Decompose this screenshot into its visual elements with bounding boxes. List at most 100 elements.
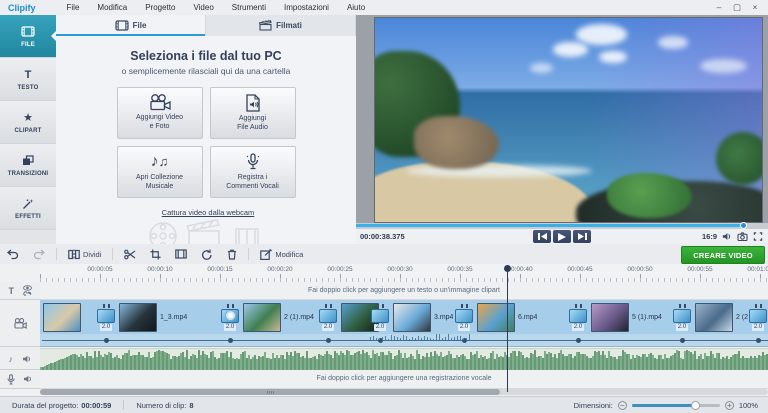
audio-blip <box>382 336 383 340</box>
playhead[interactable] <box>504 265 511 392</box>
volume-keyframe[interactable] <box>679 337 685 343</box>
timeline-clip[interactable]: 1_3.mp4 <box>116 300 220 334</box>
timeline-clip[interactable]: 2 (2).mp4 <box>692 300 748 334</box>
aspect-ratio-label[interactable]: 16:9 <box>702 232 717 241</box>
transition-marker[interactable]: 2.0 <box>748 303 768 331</box>
movie-camera-icon <box>149 94 171 111</box>
music-track-waveform[interactable] <box>40 348 768 371</box>
music-track-icon: ♪ <box>8 353 14 364</box>
fullscreen-icon[interactable] <box>753 232 763 241</box>
text-track[interactable]: Fai doppio click per aggiungere un testo… <box>40 282 768 300</box>
music-volume-icon[interactable] <box>22 355 32 363</box>
ruler-label: 00:00:15 <box>207 266 233 273</box>
track-visibility-icons[interactable] <box>22 285 32 296</box>
sidebar-item-transizioni[interactable]: TRANSIZIONI <box>0 144 56 187</box>
timeline-clip[interactable] <box>40 300 96 334</box>
sidebar-item-effetti[interactable]: EFFETTI <box>0 187 56 230</box>
next-frame-button[interactable] <box>573 230 591 243</box>
video-preview[interactable] <box>374 17 763 223</box>
seek-progress <box>356 224 744 227</box>
open-music-collection-button[interactable]: ♪♫ Apri Collezione Musicale <box>116 146 203 198</box>
zoom-slider[interactable] <box>631 400 720 410</box>
voice-track[interactable]: Fai doppio click per aggiungere una regi… <box>40 370 768 389</box>
clip-name: 2 (2).mp4 <box>736 313 748 321</box>
audio-blip <box>469 334 470 340</box>
film-frame-icon <box>115 20 129 31</box>
webcam-capture-link[interactable]: Cattura video dalla webcam <box>158 208 255 217</box>
audio-blip <box>412 336 413 340</box>
transition-marker[interactable]: 2.0 <box>318 303 338 331</box>
transition-duration: 2.0 <box>457 323 471 331</box>
file-actions-grid: Aggiungi Video e Foto Aggiungi File Audio… <box>116 87 296 198</box>
transition-marker[interactable]: 2.0 <box>672 303 692 331</box>
sidebar: FILE T TESTO ★ CLIPART TRANSIZIONI EFFETTI <box>0 15 57 244</box>
audio-blip <box>460 335 461 340</box>
timeline-clip[interactable]: 5 <box>338 300 379 334</box>
delete-icon[interactable] <box>220 246 244 262</box>
zoom-slider-knob[interactable] <box>691 400 701 410</box>
transition-marker[interactable]: 2.0 <box>370 303 390 331</box>
audio-blip <box>379 337 380 340</box>
menu-item-modifica[interactable]: Modifica <box>88 0 136 15</box>
sidebar-item-label: TRANSIZIONI <box>7 170 49 177</box>
menu-item-strumenti[interactable]: Strumenti <box>223 0 275 15</box>
previous-frame-button[interactable] <box>533 230 551 243</box>
timeline-ruler[interactable]: 00:00:05 00:00:10 00:00:15 00:00:20 00:00:25… <box>40 264 768 283</box>
transition-marker[interactable]: 2.0 <box>568 303 588 331</box>
transition-icon <box>221 308 239 323</box>
volume-icon[interactable] <box>722 232 732 241</box>
timeline-clip[interactable]: 5 (1).mp4 <box>588 300 672 334</box>
voice-volume-icon[interactable] <box>23 375 33 383</box>
seek-knob[interactable] <box>740 222 748 229</box>
menu-item-progetto[interactable]: Progetto <box>136 0 184 15</box>
surf-foam <box>405 164 592 178</box>
video-audio-strip[interactable] <box>40 334 768 347</box>
split-button[interactable]: Dividi <box>61 246 108 262</box>
redo-button[interactable] <box>26 246 52 262</box>
menu-item-impostazioni[interactable]: Impostazioni <box>275 0 338 15</box>
sidebar-item-clipart[interactable]: ★ CLIPART <box>0 101 56 144</box>
snapshot-camera-icon[interactable] <box>737 232 748 241</box>
minimize-icon[interactable]: – <box>712 1 726 14</box>
volume-keyframe[interactable] <box>227 337 233 343</box>
menu-item-file[interactable]: File <box>58 0 89 15</box>
scissors-icon[interactable] <box>117 246 143 262</box>
menu-item-aiuto[interactable]: Aiuto <box>338 0 374 15</box>
maximize-icon[interactable]: ▢ <box>730 1 744 14</box>
zoom-in-icon[interactable]: + <box>724 400 734 410</box>
close-icon[interactable]: × <box>748 1 762 14</box>
menu-item-video[interactable]: Video <box>184 0 222 15</box>
sidebar-item-file[interactable]: FILE <box>0 15 56 58</box>
add-video-photo-button[interactable]: Aggiungi Video e Foto <box>116 87 203 139</box>
tab-filmati[interactable]: Filmati <box>206 15 356 36</box>
timeline-clip[interactable]: 2 (1).mp4 <box>240 300 318 334</box>
video-track[interactable]: 2.01_3.mp42.02 (1).mp42.052.03.mp42.06.m… <box>40 300 768 334</box>
scrollbar-thumb[interactable] <box>40 389 500 395</box>
volume-keyframe[interactable] <box>103 337 109 343</box>
timeline-scrollbar[interactable] <box>40 389 768 395</box>
ruler-label: 00:00:05 <box>87 266 113 273</box>
transition-marker[interactable]: 2.0 <box>454 303 474 331</box>
timeline-clip[interactable]: 6.mp4 <box>474 300 568 334</box>
edit-button[interactable]: Modifica <box>253 246 310 262</box>
volume-keyframe[interactable] <box>755 337 761 343</box>
letterbox-icon[interactable] <box>168 246 194 262</box>
sidebar-item-testo[interactable]: T TESTO <box>0 58 56 101</box>
transition-marker[interactable]: 2.0 <box>220 303 240 331</box>
undo-button[interactable] <box>0 246 26 262</box>
rotate-icon[interactable] <box>194 246 220 262</box>
crop-icon[interactable] <box>143 246 168 262</box>
zoom-out-icon[interactable]: − <box>617 400 627 410</box>
add-audio-file-button[interactable]: Aggiungi File Audio <box>209 87 296 139</box>
record-voice-button[interactable]: Registra i Commenti Vocali <box>209 146 296 198</box>
ruler-label: 00:00:35 <box>447 266 473 273</box>
volume-keyframe[interactable] <box>325 337 331 343</box>
audio-blip <box>439 334 440 340</box>
transition-marker[interactable]: 2.0 <box>96 303 116 331</box>
tab-file[interactable]: File <box>56 15 206 36</box>
timeline-clip[interactable]: 3.mp4 <box>390 300 454 334</box>
play-button[interactable] <box>553 230 571 243</box>
volume-keyframe[interactable] <box>575 337 581 343</box>
create-video-button[interactable]: CREARE VIDEO <box>681 246 765 264</box>
audio-blip <box>433 338 434 340</box>
